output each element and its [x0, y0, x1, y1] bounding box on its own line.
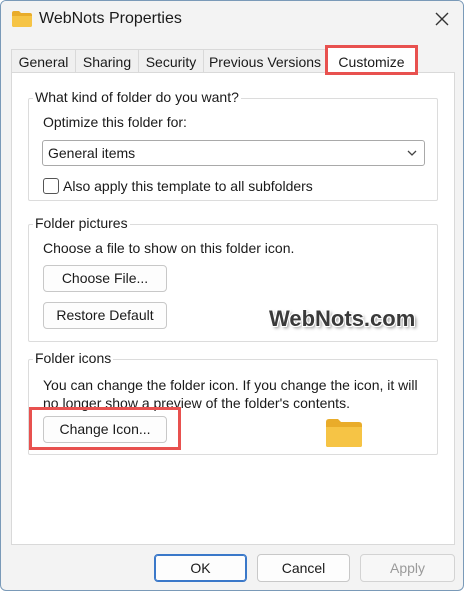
- folder-icon: [12, 11, 32, 27]
- folder-preview-icon: [326, 419, 362, 447]
- tab-security[interactable]: Security: [138, 49, 204, 73]
- properties-dialog: WebNots Properties General Sharing Secur…: [0, 0, 464, 591]
- folder-pictures-legend: Folder pictures: [33, 215, 130, 231]
- close-button[interactable]: [421, 1, 463, 37]
- folder-type-legend: What kind of folder do you want?: [33, 89, 241, 105]
- folder-pictures-description: Choose a file to show on this folder ico…: [43, 240, 295, 256]
- optimize-select[interactable]: General items: [42, 140, 425, 166]
- folder-icons-group: Folder icons You can change the folder i…: [28, 350, 438, 455]
- watermark-text: WebNots.com: [269, 306, 416, 331]
- tab-previous-versions[interactable]: Previous Versions: [203, 49, 327, 73]
- folder-icons-legend: Folder icons: [33, 350, 114, 366]
- tab-customize[interactable]: Customize: [325, 45, 418, 75]
- apply-subfolders-label: Also apply this template to all subfolde…: [63, 178, 313, 194]
- chevron-down-icon: [407, 150, 417, 156]
- apply-subfolders-checkbox[interactable]: [43, 178, 59, 194]
- apply-button[interactable]: Apply: [360, 554, 455, 582]
- ok-button[interactable]: OK: [154, 554, 247, 582]
- cancel-button[interactable]: Cancel: [257, 554, 350, 582]
- folder-type-group: What kind of folder do you want? Optimiz…: [28, 89, 438, 201]
- restore-default-button[interactable]: Restore Default: [43, 302, 167, 329]
- optimize-label: Optimize this folder for:: [43, 114, 187, 130]
- folder-icons-description-line2: no longer show a preview of the folder's…: [43, 395, 350, 411]
- tab-sharing[interactable]: Sharing: [75, 49, 139, 73]
- change-icon-button[interactable]: Change Icon...: [43, 416, 167, 443]
- choose-file-button[interactable]: Choose File...: [43, 265, 167, 292]
- folder-icons-description-line1: You can change the folder icon. If you c…: [43, 377, 418, 393]
- title-bar[interactable]: WebNots Properties: [1, 1, 463, 41]
- optimize-select-value: General items: [48, 145, 136, 161]
- close-icon: [435, 12, 449, 26]
- tab-general[interactable]: General: [11, 49, 76, 73]
- window-title: WebNots Properties: [39, 10, 182, 27]
